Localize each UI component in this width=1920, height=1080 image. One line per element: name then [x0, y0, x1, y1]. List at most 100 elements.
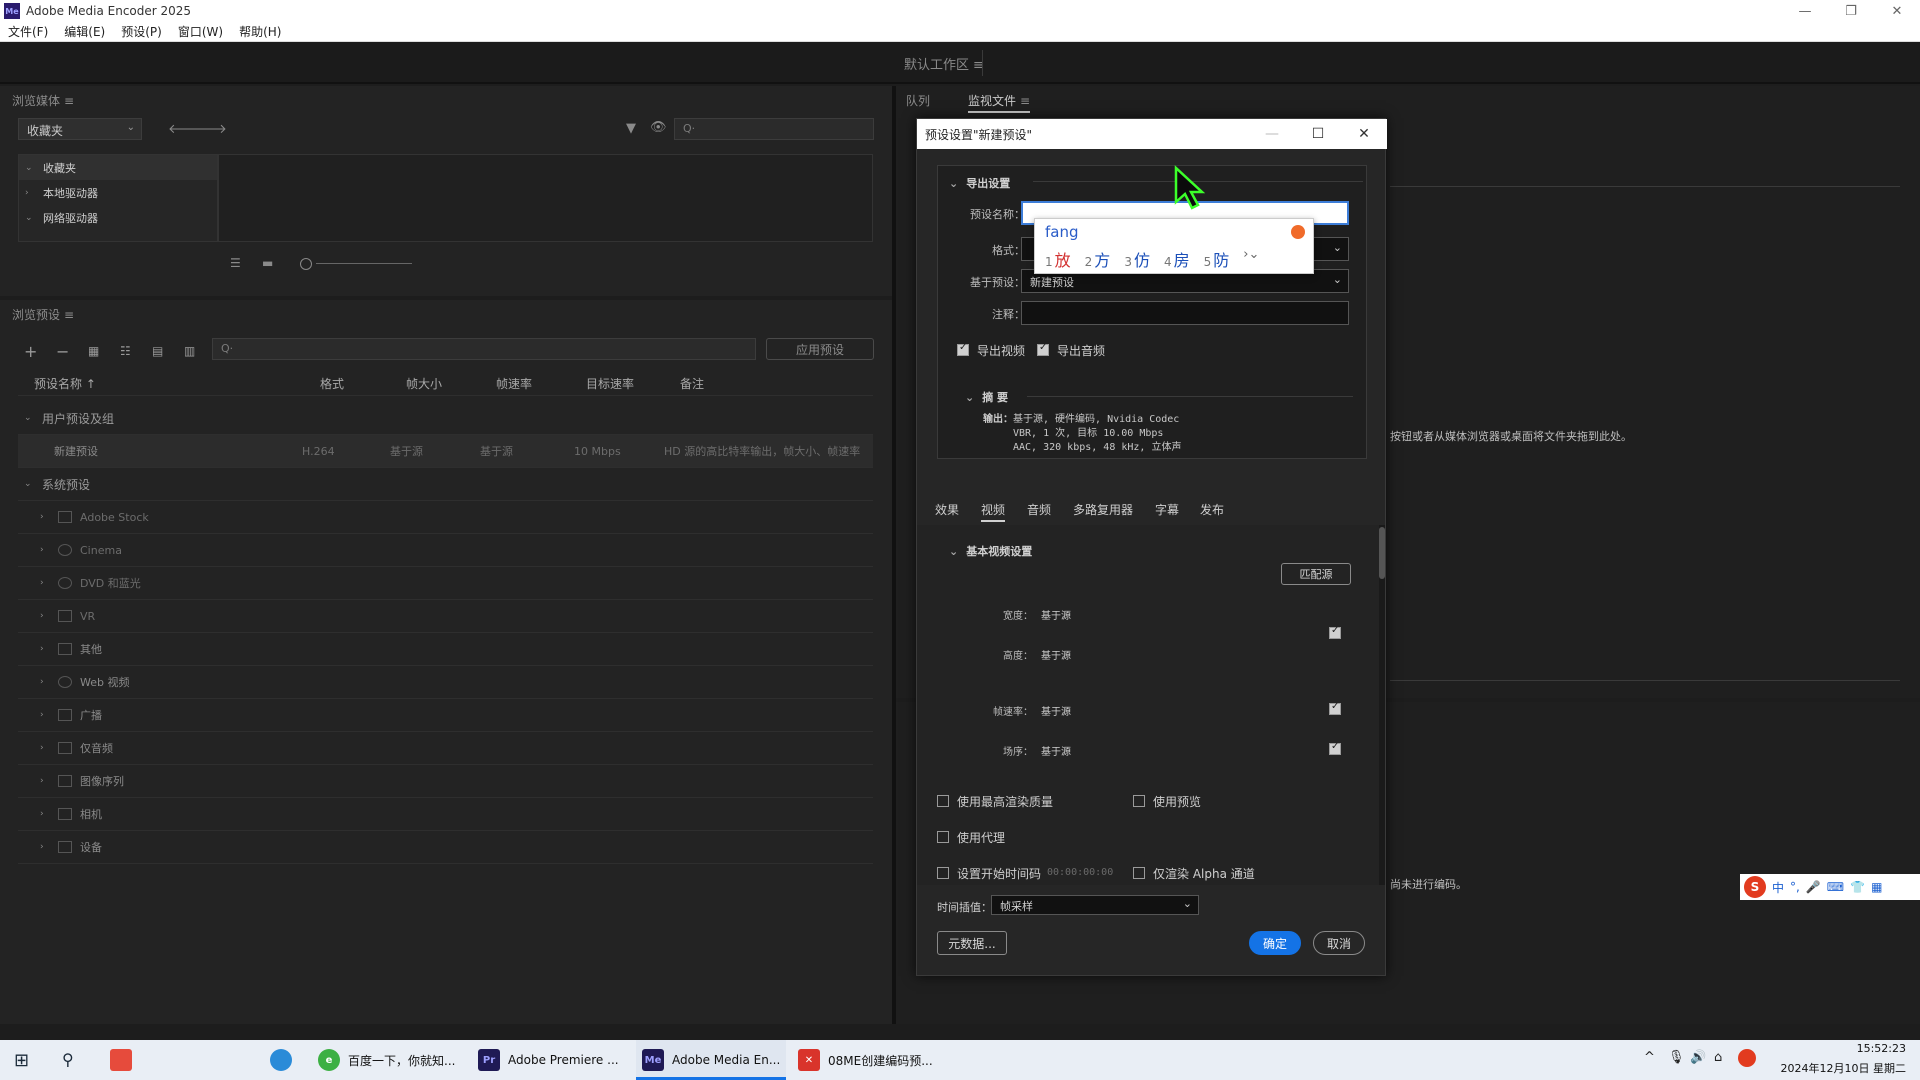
- metadata-button[interactable]: 元数据...: [937, 931, 1007, 955]
- edge-icon[interactable]: [270, 1049, 292, 1071]
- preset-category-row[interactable]: › Cinema: [18, 534, 873, 567]
- col-name[interactable]: 预设名称 ↑: [34, 375, 96, 392]
- microphone-icon[interactable]: 🎤: [1806, 880, 1821, 894]
- minimize-icon[interactable]: —: [1249, 119, 1295, 149]
- import-icon[interactable]: ▤: [152, 344, 163, 358]
- col-comment[interactable]: 备注: [680, 375, 704, 392]
- search-icon[interactable]: ⚲: [62, 1050, 74, 1069]
- microphone-icon[interactable]: 🎙: [1668, 1050, 1685, 1065]
- settings-icon[interactable]: ☷: [120, 344, 131, 358]
- menu-preset[interactable]: 预设(P): [113, 23, 170, 40]
- preset-category-row[interactable]: › Web 视频: [18, 666, 873, 699]
- tab-audio[interactable]: 音频: [1027, 501, 1051, 518]
- menu-window[interactable]: 窗口(W): [170, 23, 231, 40]
- taskbar-item-baidu[interactable]: e 百度一下，你就知...: [318, 1040, 468, 1080]
- remove-icon[interactable]: −: [56, 342, 69, 361]
- menu-help[interactable]: 帮助(H): [231, 23, 289, 40]
- preset-category-row[interactable]: › VR: [18, 600, 873, 633]
- field-order-checkbox[interactable]: [1329, 741, 1341, 755]
- ime-skin-icon[interactable]: [1291, 225, 1305, 239]
- taskbar-item-premiere[interactable]: Pr Adobe Premiere ...: [478, 1040, 628, 1080]
- tab-queue[interactable]: 队列: [906, 92, 930, 109]
- zoom-slider-track[interactable]: [316, 263, 412, 264]
- ime-punct-icon[interactable]: °,: [1790, 880, 1800, 894]
- col-format[interactable]: 格式: [320, 375, 344, 392]
- ime-mode-chinese[interactable]: 中: [1772, 879, 1784, 896]
- tray-expand-icon[interactable]: ^: [1644, 1050, 1655, 1065]
- preset-category-row[interactable]: › DVD 和蓝光: [18, 567, 873, 600]
- preset-category-row[interactable]: › 相机: [18, 798, 873, 831]
- close-icon[interactable]: ✕: [1341, 119, 1387, 149]
- preset-category-row[interactable]: › 其他: [18, 633, 873, 666]
- use-preview-checkbox[interactable]: [1133, 795, 1145, 807]
- toolbox-icon[interactable]: ▦: [1871, 880, 1882, 894]
- alpha-only-checkbox[interactable]: [1133, 867, 1145, 879]
- tab-video[interactable]: 视频: [981, 501, 1006, 522]
- tab-watch-folders[interactable]: 监视文件 ≡: [968, 92, 1031, 113]
- tree-item-favorites[interactable]: ⌄ 收藏夹: [19, 155, 217, 180]
- panel-menu-icon[interactable]: ≡: [64, 94, 74, 108]
- col-frame-rate[interactable]: 帧速率: [496, 375, 532, 392]
- ok-button[interactable]: 确定: [1249, 931, 1301, 955]
- add-icon[interactable]: +: [24, 342, 37, 361]
- panel-menu-icon[interactable]: ≡: [64, 308, 74, 322]
- tree-item-local[interactable]: › 本地驱动器: [19, 180, 217, 205]
- location-dropdown[interactable]: 收藏夹 ⌄: [18, 118, 142, 140]
- clock-date[interactable]: 2024年12月10日 星期二: [1776, 1060, 1907, 1076]
- fps-source-checkbox[interactable]: [1329, 701, 1341, 715]
- use-proxy-checkbox[interactable]: [937, 831, 949, 843]
- export-settings-header[interactable]: ⌄ 导出设置: [949, 175, 1010, 191]
- tab-publish[interactable]: 发布: [1200, 501, 1224, 518]
- sogou-icon[interactable]: S: [1744, 876, 1766, 898]
- restore-icon[interactable]: ❐: [1828, 0, 1874, 22]
- menu-edit[interactable]: 编辑(E): [56, 23, 113, 40]
- ime-candidate[interactable]: 5防: [1204, 247, 1230, 271]
- col-frame-size[interactable]: 帧大小: [406, 375, 442, 392]
- media-search-input[interactable]: Q·: [674, 118, 874, 140]
- preset-category-row[interactable]: › 仅音频: [18, 732, 873, 765]
- ime-candidate[interactable]: 3仿: [1124, 247, 1150, 271]
- skin-icon[interactable]: 👕: [1850, 880, 1865, 894]
- cancel-button[interactable]: 取消: [1313, 931, 1365, 955]
- ime-next-page-icon[interactable]: ›⌄: [1243, 247, 1259, 271]
- maximize-icon[interactable]: ☐: [1295, 119, 1341, 149]
- filter-icon[interactable]: ▼: [626, 121, 636, 136]
- ime-candidate[interactable]: 4房: [1164, 247, 1190, 271]
- export-audio-checkbox[interactable]: [1037, 342, 1049, 356]
- match-source-button[interactable]: 匹配源: [1281, 563, 1351, 585]
- start-icon[interactable]: ⊞: [14, 1050, 29, 1071]
- workspace-switcher[interactable]: 默认工作区 ≡: [904, 54, 984, 73]
- list-view-icon[interactable]: ☰: [230, 256, 241, 270]
- close-icon[interactable]: ✕: [1874, 0, 1920, 22]
- tab-multiplexer[interactable]: 多路复用器: [1073, 501, 1133, 518]
- app-icon[interactable]: [110, 1049, 132, 1071]
- preset-category-row[interactable]: › 设备: [18, 831, 873, 864]
- preset-category-row[interactable]: › 图像序列: [18, 765, 873, 798]
- apply-preset-button[interactable]: 应用预设: [766, 338, 874, 360]
- user-preset-group[interactable]: ⌄ 用户预设及组: [18, 402, 873, 435]
- time-interp-dropdown[interactable]: 帧采样 ⌄: [991, 895, 1199, 915]
- network-icon[interactable]: ⌂: [1714, 1050, 1722, 1065]
- scroll-track[interactable]: [1379, 525, 1385, 885]
- basic-video-header[interactable]: ⌄ 基本视频设置: [949, 543, 1032, 559]
- minimize-icon[interactable]: —: [1782, 0, 1828, 22]
- system-preset-group[interactable]: ⌄ 系统预设: [18, 468, 873, 501]
- tab-effects[interactable]: 效果: [935, 501, 959, 518]
- grid-view-icon[interactable]: ▬: [262, 256, 273, 270]
- comment-input[interactable]: [1021, 301, 1349, 325]
- export-icon[interactable]: ▥: [184, 344, 195, 358]
- zoom-slider-handle[interactable]: [300, 258, 312, 270]
- ime-candidate[interactable]: 1放: [1045, 247, 1071, 271]
- tree-item-network[interactable]: ⌄ 网络驱动器: [19, 205, 217, 230]
- summary-header[interactable]: ⌄ 摘 要: [965, 389, 1008, 405]
- taskbar-item-media-encoder[interactable]: Me Adobe Media En...: [636, 1040, 786, 1080]
- user-preset-row[interactable]: 新建预设 H.264 基于源 基于源 10 Mbps HD 源的高比特率输出，帧…: [18, 435, 873, 468]
- width-source-checkbox[interactable]: [1329, 625, 1341, 639]
- eye-icon[interactable]: 👁: [650, 120, 667, 135]
- preset-category-row[interactable]: › 广播: [18, 699, 873, 732]
- preset-search-input[interactable]: Q·: [212, 338, 756, 360]
- clock-time[interactable]: 15:52:23: [1776, 1042, 1906, 1055]
- start-timecode-checkbox[interactable]: [937, 867, 949, 879]
- menu-file[interactable]: 文件(F): [0, 23, 56, 40]
- sogou-tray-icon[interactable]: [1738, 1049, 1756, 1067]
